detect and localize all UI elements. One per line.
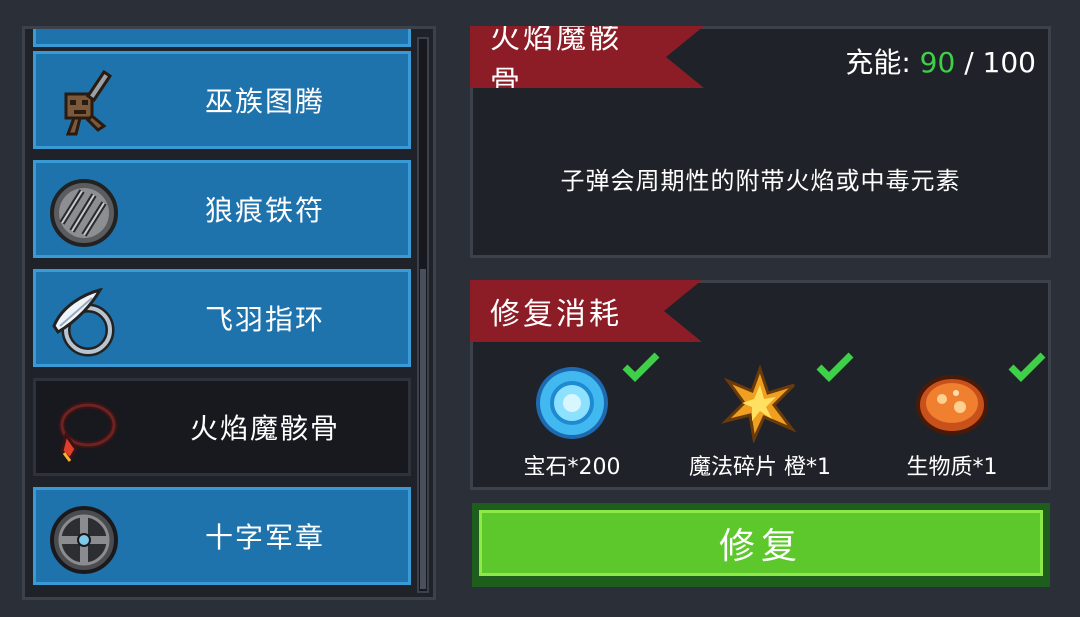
- repair-cost-ribbon: 修复消耗: [470, 280, 702, 342]
- item-name: 巫族图腾: [204, 85, 325, 118]
- crusader-badge-icon: [50, 506, 118, 574]
- item-name: 飞羽指环: [204, 303, 325, 336]
- list-item-wolf-talisman[interactable]: 狼痕铁符: [33, 160, 411, 258]
- cost-label: 生物质*1: [906, 455, 998, 480]
- totem-icon: [64, 69, 113, 136]
- list-item[interactable]: [33, 29, 411, 47]
- charge-separator: /: [955, 46, 983, 79]
- repair-cost-panel: 修复消耗 宝石*200 魔法碎片 橙*1 生物质*1: [470, 280, 1051, 490]
- charge-max: 100: [982, 46, 1036, 79]
- fire-bone-necklace-icon: [58, 401, 118, 462]
- cost-item-biomass: 生物质*1: [857, 347, 1047, 487]
- gem-icon: [536, 367, 608, 439]
- charge-label: 充能:: [845, 46, 911, 79]
- check-icon: [622, 352, 660, 382]
- list-item-feather-ring[interactable]: 飞羽指环: [33, 269, 411, 367]
- repair-button[interactable]: 修复: [472, 503, 1050, 587]
- biomass-icon: [916, 375, 988, 435]
- wolf-claw-talisman-icon: [50, 179, 118, 247]
- item-title-ribbon: 火焰魔骸骨: [470, 26, 704, 88]
- item-detail-panel: 火焰魔骸骨 充能: 90 / 100 子弹会周期性的附带火焰或中毒元素: [470, 26, 1051, 258]
- feather-ring-icon: [52, 287, 115, 357]
- item-name: 十字军章: [204, 521, 325, 554]
- scrollbar-thumb[interactable]: [420, 269, 426, 589]
- cost-item-magic-shard: 魔法碎片 橙*1: [665, 347, 855, 487]
- item-list-panel: 巫族图腾 狼痕铁符 飞羽指环 火焰魔骸骨 十字军章: [22, 26, 436, 600]
- check-icon: [816, 352, 854, 382]
- repair-button-label: 修复: [479, 510, 1043, 576]
- check-icon: [1008, 352, 1046, 382]
- list-item-totem[interactable]: 巫族图腾: [33, 51, 411, 149]
- charge-current: 90: [919, 46, 956, 79]
- item-name: 火焰魔骸骨: [189, 412, 340, 445]
- cost-label: 魔法碎片 橙*1: [689, 455, 831, 480]
- item-description: 子弹会周期性的附带火焰或中毒元素: [560, 167, 961, 195]
- list-item-crusader-badge[interactable]: 十字军章: [33, 487, 411, 585]
- item-list-scrollbar[interactable]: [417, 37, 429, 593]
- cost-item-gem: 宝石*200: [477, 347, 667, 487]
- list-item-fire-bone[interactable]: 火焰魔骸骨: [33, 378, 411, 476]
- cost-label: 宝石*200: [523, 455, 621, 480]
- orange-magic-shard-icon: [721, 364, 797, 443]
- item-name: 狼痕铁符: [204, 194, 325, 227]
- charge-readout: 充能: 90 / 100: [845, 41, 1036, 81]
